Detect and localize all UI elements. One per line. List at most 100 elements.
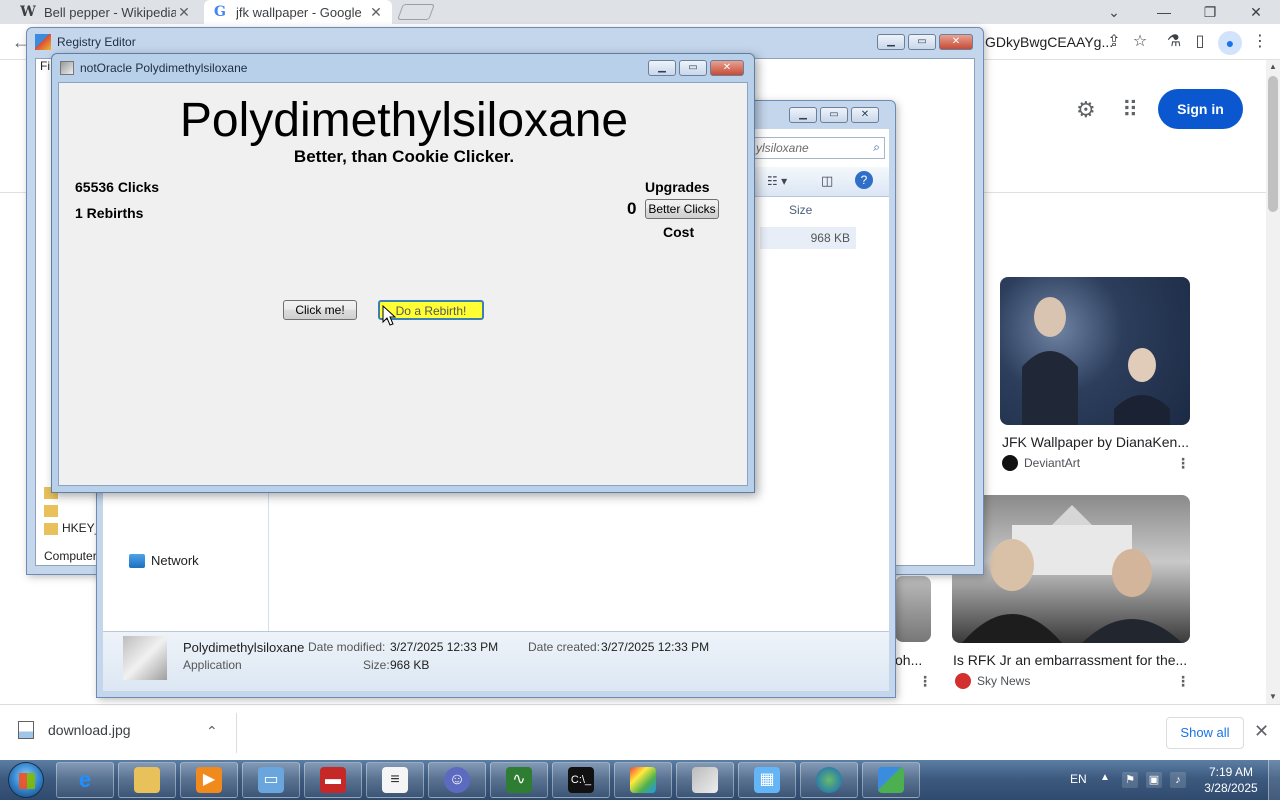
- chrome-menu-icon[interactable]: ⋮: [1250, 32, 1270, 52]
- profile-avatar-icon[interactable]: ●: [1218, 31, 1242, 55]
- scroll-thumb[interactable]: [1268, 76, 1278, 212]
- rfk-news-image[interactable]: [952, 495, 1190, 643]
- sign-in-button[interactable]: Sign in: [1158, 89, 1243, 129]
- bookmark-star-icon[interactable]: ☆: [1130, 32, 1150, 52]
- result-source[interactable]: Sky News: [955, 673, 1030, 689]
- divider: [236, 713, 237, 753]
- tab-bell-pepper[interactable]: W Bell pepper - Wikipedia ✕: [12, 0, 200, 24]
- column-header-size[interactable]: Size: [789, 203, 812, 217]
- show-all-button[interactable]: Show all: [1166, 717, 1244, 749]
- globe-icon: [816, 767, 842, 793]
- folder-icon: [44, 505, 58, 517]
- result-more-icon[interactable]: ⋮: [1176, 455, 1190, 472]
- better-clicks-button[interactable]: Better Clicks: [645, 199, 719, 219]
- close-tab-icon[interactable]: ✕: [176, 4, 192, 21]
- media-player-icon: ▶: [196, 767, 222, 793]
- taskbar-network-globe[interactable]: [800, 762, 858, 798]
- view-options-icon[interactable]: ☷ ▾: [767, 174, 787, 188]
- network-item[interactable]: Network: [129, 553, 199, 568]
- result-more-icon[interactable]: ⋮: [918, 673, 932, 690]
- file-size-cell[interactable]: 968 KB: [760, 227, 856, 249]
- notoracle-app-window[interactable]: notOracle Polydimethylsiloxane ▁ ▭ ✕ Pol…: [51, 53, 755, 493]
- result-image-partial[interactable]: [895, 576, 931, 642]
- close-icon[interactable]: ✕: [851, 107, 879, 123]
- image-viewer-icon: [692, 767, 718, 793]
- maximize-icon[interactable]: ▭: [679, 60, 707, 76]
- taskbar-media-player[interactable]: ▶: [180, 762, 238, 798]
- show-hidden-icons-icon[interactable]: ▲: [1100, 772, 1110, 783]
- minimize-icon[interactable]: ▁: [648, 60, 676, 76]
- clock[interactable]: 7:19 AM 3/28/2025: [1196, 764, 1266, 796]
- taskbar-internet-explorer[interactable]: e: [56, 762, 114, 798]
- taskbar-remote-desktop[interactable]: ▭: [242, 762, 300, 798]
- close-window-icon[interactable]: ✕: [1246, 2, 1266, 22]
- minimize-icon[interactable]: —: [1154, 2, 1174, 22]
- sky-news-icon: [955, 673, 971, 689]
- network-status-icon[interactable]: ▣: [1146, 772, 1162, 788]
- share-icon[interactable]: ⇪: [1104, 32, 1124, 52]
- result-more-icon[interactable]: ⋮: [1176, 673, 1190, 690]
- restore-icon[interactable]: ❐: [1200, 2, 1220, 22]
- taskbar-task-manager[interactable]: ∿: [490, 762, 548, 798]
- new-tab-button[interactable]: [397, 4, 435, 20]
- apps-grid-icon[interactable]: ⠿: [1122, 97, 1138, 123]
- taskbar-notepad[interactable]: ≡: [366, 762, 424, 798]
- date-created-value: 3/27/2025 12:33 PM: [601, 640, 710, 654]
- search-icon[interactable]: ⌕: [873, 140, 880, 155]
- paint-palette-icon: [630, 767, 656, 793]
- details-pane: Polydimethylsiloxane Application Date mo…: [103, 631, 889, 691]
- image-file-icon: [18, 721, 34, 739]
- windows-logo-icon: [19, 773, 35, 789]
- action-center-icon[interactable]: ⚑: [1122, 772, 1138, 788]
- maximize-icon[interactable]: ▭: [820, 107, 848, 123]
- extension-flask-icon[interactable]: ⚗: [1164, 32, 1184, 52]
- size-label: Size:: [363, 658, 390, 672]
- taskbar-user-account[interactable]: ☺: [428, 762, 486, 798]
- taskbar-command-prompt[interactable]: C:\_: [552, 762, 610, 798]
- help-icon[interactable]: ?: [855, 171, 873, 189]
- chevron-up-icon[interactable]: ⌃: [206, 723, 218, 740]
- result-source[interactable]: DeviantArt: [1002, 455, 1080, 471]
- page-scrollbar[interactable]: ▲ ▼: [1266, 60, 1280, 704]
- tab-title: Bell pepper - Wikipedia: [44, 4, 176, 20]
- download-item[interactable]: download.jpg: [18, 721, 131, 739]
- file-menu[interactable]: Fi: [40, 59, 50, 73]
- preview-pane-icon[interactable]: ◫: [821, 173, 833, 189]
- taskbar-toolbox[interactable]: ▬: [304, 762, 362, 798]
- click-me-button[interactable]: Click me!: [283, 300, 357, 320]
- registry-title-bar[interactable]: Registry Editor: [27, 28, 983, 56]
- language-indicator[interactable]: EN: [1070, 772, 1087, 786]
- omnibox-url[interactable]: GDkyBwgCEAAYg...: [985, 34, 1113, 50]
- scroll-up-icon[interactable]: ▲: [1269, 62, 1277, 71]
- taskbar-registry-editor[interactable]: [862, 762, 920, 798]
- show-desktop-button[interactable]: [1268, 760, 1280, 800]
- close-tab-icon[interactable]: ✕: [368, 4, 384, 21]
- minimize-icon[interactable]: ▁: [877, 34, 905, 50]
- close-icon[interactable]: ✕: [1254, 721, 1269, 742]
- search-input[interactable]: ylsiloxane ⌕: [751, 137, 885, 159]
- jfk-wallpaper-image[interactable]: [1000, 277, 1190, 425]
- result-title[interactable]: Is RFK Jr an embarrassment for the...: [953, 652, 1187, 668]
- volume-muted-icon[interactable]: ♪: [1170, 772, 1186, 788]
- scroll-down-icon[interactable]: ▼: [1269, 692, 1277, 701]
- settings-gear-icon[interactable]: ⚙: [1076, 97, 1096, 123]
- taskbar-paint[interactable]: [614, 762, 672, 798]
- tab-jfk-wallpaper[interactable]: G jfk wallpaper - Google ✕: [204, 0, 392, 24]
- size-value: 968 KB: [390, 658, 430, 672]
- minimize-icon[interactable]: ▁: [789, 107, 817, 123]
- window-title: notOracle Polydimethylsiloxane: [80, 61, 248, 75]
- taskbar-file-explorer[interactable]: [118, 762, 176, 798]
- start-button[interactable]: [8, 762, 44, 798]
- maximize-icon[interactable]: ▭: [908, 34, 936, 50]
- folder-icon: [134, 767, 160, 793]
- close-icon[interactable]: ✕: [710, 60, 744, 76]
- tab-search-icon[interactable]: ⌄: [1104, 2, 1124, 22]
- close-icon[interactable]: ✕: [939, 34, 973, 50]
- jfk-portrait-graphic: [1022, 297, 1170, 425]
- taskbar-thumbnail-viewer[interactable]: [676, 762, 734, 798]
- user-account-icon: ☺: [444, 767, 470, 793]
- result-title-partial[interactable]: oh...: [895, 652, 922, 668]
- result-title[interactable]: JFK Wallpaper by DianaKen...: [1002, 434, 1189, 450]
- taskbar-control-panel[interactable]: ▦: [738, 762, 796, 798]
- side-panel-icon[interactable]: ▯: [1190, 32, 1210, 52]
